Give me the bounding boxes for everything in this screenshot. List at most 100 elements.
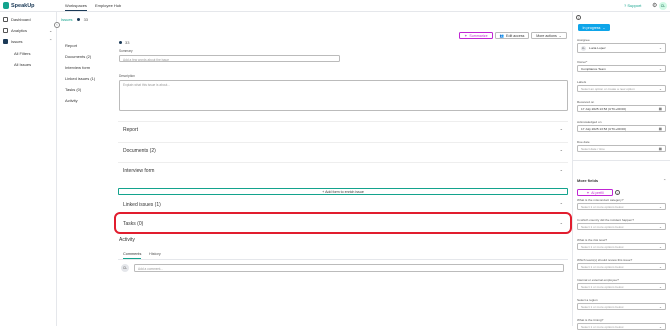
section-report[interactable]: Report ⌄ bbox=[118, 121, 568, 139]
more-actions-button[interactable]: More actions ⌄ bbox=[531, 32, 567, 39]
calendar-icon[interactable]: ▦ bbox=[659, 107, 662, 111]
chevron-down-icon: ⌄ bbox=[658, 86, 662, 91]
info-icon[interactable]: i bbox=[576, 15, 581, 20]
chevron-up-icon[interactable]: ⌃ bbox=[49, 38, 52, 43]
field-placeholder: Select 1 or more options below bbox=[581, 224, 624, 229]
chevron-down-icon: ⌄ bbox=[658, 66, 662, 71]
summarize-button[interactable]: ✦ Summarize bbox=[459, 32, 493, 39]
info-icon[interactable]: i bbox=[615, 190, 620, 195]
assignee-label: Assignee bbox=[577, 38, 590, 42]
acknowledged-date-input[interactable]: 17 July 2025 13:53 (UTC+00:00) ▦ bbox=[577, 125, 666, 132]
comment-input[interactable]: Add a comment... bbox=[134, 264, 564, 272]
chevron-down-icon[interactable]: ⌄ bbox=[560, 200, 563, 205]
misconduct-category-select[interactable]: Select 1 or more options below ⌄ bbox=[577, 203, 666, 210]
nav-activity[interactable]: Activity bbox=[65, 98, 78, 103]
nav-tasks[interactable]: Tasks (0) bbox=[65, 87, 81, 92]
tasks-highlight-box bbox=[114, 212, 572, 234]
avatar: LL bbox=[581, 45, 586, 51]
timing-select[interactable]: Select 1 or more options below ⌄ bbox=[577, 323, 666, 330]
description-input[interactable]: Explain what this issue is about... bbox=[119, 80, 568, 111]
section-title: Documents (2) bbox=[123, 148, 156, 154]
section-title: Interview form bbox=[123, 168, 155, 174]
sidebar-item-label: Analytics bbox=[11, 28, 28, 33]
field-placeholder: Select 1 or more options below bbox=[581, 284, 624, 289]
comment-placeholder: Add a comment... bbox=[138, 266, 163, 271]
country-select[interactable]: Select 1 or more options below ⌄ bbox=[577, 223, 666, 230]
labels-label: Labels bbox=[577, 80, 587, 84]
risk-level-select[interactable]: Select 1 or more options below ⌄ bbox=[577, 243, 666, 250]
chevron-down-icon: ⌄ bbox=[658, 304, 662, 309]
support-link[interactable]: ? Support bbox=[624, 3, 641, 8]
breadcrumb-issues-link[interactable]: Issues bbox=[61, 17, 73, 22]
chevron-down-icon: ⌄ bbox=[658, 46, 662, 50]
divider bbox=[573, 160, 670, 161]
section-linked-issues[interactable]: Linked issues (1) ⌄ bbox=[118, 197, 568, 211]
issues-icon bbox=[3, 39, 8, 44]
field-label: Internal or external employee? bbox=[577, 278, 619, 282]
summary-label: Summary bbox=[119, 49, 133, 53]
field-placeholder: Select 1 or more options below bbox=[581, 264, 624, 269]
nav-documents[interactable]: Documents (2) bbox=[65, 54, 91, 59]
status-dot-icon bbox=[119, 41, 122, 44]
tab-comments[interactable]: Comments bbox=[123, 252, 142, 259]
region-select[interactable]: Select 1 or more options below ⌄ bbox=[577, 303, 666, 310]
chevron-down-icon: ⌄ bbox=[602, 25, 606, 30]
due-date-input[interactable]: Select date / time ▦ bbox=[577, 145, 666, 152]
review-team-select[interactable]: Select 1 or more options below ⌄ bbox=[577, 263, 666, 270]
collapse-sidebar-button[interactable]: ‹ bbox=[54, 22, 60, 28]
ai-prefill-button[interactable]: ✦ AI prefill bbox=[577, 189, 613, 196]
chevron-down-icon: ⌄ bbox=[658, 264, 662, 269]
user-avatar[interactable]: CL bbox=[659, 2, 667, 10]
sidebar: ‹ Dashboard Analytics ⌄ Issues ⌃ All Fil… bbox=[0, 12, 60, 326]
summary-input[interactable]: Add a few words about the issue bbox=[119, 55, 340, 62]
calendar-icon[interactable]: ▦ bbox=[659, 147, 662, 151]
chevron-down-icon[interactable]: ⌄ bbox=[560, 167, 563, 172]
tab-employee-hub[interactable]: Employee Hub bbox=[95, 3, 121, 8]
logo-icon bbox=[3, 2, 9, 9]
tab-workspaces[interactable]: Workspaces bbox=[65, 3, 87, 11]
sidebar-item-dashboard[interactable]: Dashboard bbox=[3, 17, 31, 22]
sidebar-subitem-all-filters[interactable]: All Filters bbox=[14, 51, 30, 56]
field-placeholder: Select 1 or more options below bbox=[581, 204, 624, 209]
calendar-icon[interactable]: ▦ bbox=[659, 127, 662, 131]
sidebar-subitem-all-issues[interactable]: All Issues bbox=[14, 62, 31, 67]
owner-label: Owner* bbox=[577, 60, 588, 64]
add-form-button[interactable]: + Add form to enrich issue bbox=[118, 188, 568, 195]
nav-linked-issues[interactable]: Linked issues (1) bbox=[65, 76, 95, 81]
assignee-value: Lucia Lopez bbox=[589, 46, 606, 50]
field-label: What is the risk level? bbox=[577, 238, 608, 242]
avatar: CL bbox=[121, 264, 129, 272]
section-interview-form[interactable]: Interview form ⌄ bbox=[118, 162, 568, 180]
logo-text: SpeakUp bbox=[11, 2, 35, 9]
received-date-input[interactable]: 17 July 2025 13:53 (UTC+00:00) ▦ bbox=[577, 105, 666, 112]
field-label: What is the timing? bbox=[577, 318, 604, 322]
sidebar-item-issues[interactable]: Issues bbox=[3, 39, 23, 44]
received-value: 17 July 2025 13:53 (UTC+00:00) bbox=[581, 106, 626, 111]
owner-select[interactable]: Compliance Team ⌄ bbox=[577, 65, 666, 72]
labels-select[interactable]: Select an option or create a new option … bbox=[577, 85, 666, 92]
field-placeholder: Select 1 or more options below bbox=[581, 304, 624, 309]
nav-interview-form[interactable]: Interview form bbox=[65, 65, 90, 70]
breadcrumb-id: 33 bbox=[83, 17, 89, 22]
chevron-down-icon[interactable]: ⌄ bbox=[560, 147, 563, 152]
gear-icon[interactable]: ⚙ bbox=[652, 2, 657, 9]
owner-value: Compliance Team bbox=[581, 66, 606, 71]
assignee-select[interactable]: LL Lucia Lopez ⌄ bbox=[577, 43, 666, 53]
received-label: Received on bbox=[577, 100, 595, 104]
field-placeholder: Select 1 or more options below bbox=[581, 324, 624, 329]
sidebar-item-analytics[interactable]: Analytics bbox=[3, 28, 27, 33]
more-fields-title: More fields bbox=[577, 178, 599, 183]
chevron-up-icon[interactable]: ⌃ bbox=[663, 178, 666, 183]
status-dropdown[interactable]: In progress ⌄ bbox=[578, 24, 610, 31]
employee-type-select[interactable]: Select 1 or more options below ⌄ bbox=[577, 283, 666, 290]
nav-report[interactable]: Report bbox=[65, 43, 77, 48]
users-icon: 👥 bbox=[499, 33, 505, 38]
chevron-down-icon[interactable]: ⌄ bbox=[49, 28, 52, 33]
edit-access-label: Edit access bbox=[506, 33, 525, 38]
tab-history[interactable]: History bbox=[149, 252, 161, 256]
app-logo[interactable]: SpeakUp bbox=[3, 2, 35, 9]
due-date-label: Due date bbox=[577, 140, 590, 144]
chevron-down-icon[interactable]: ⌄ bbox=[560, 126, 563, 131]
section-documents[interactable]: Documents (2) ⌄ bbox=[118, 142, 568, 160]
edit-access-button[interactable]: 👥 Edit access bbox=[495, 32, 529, 39]
